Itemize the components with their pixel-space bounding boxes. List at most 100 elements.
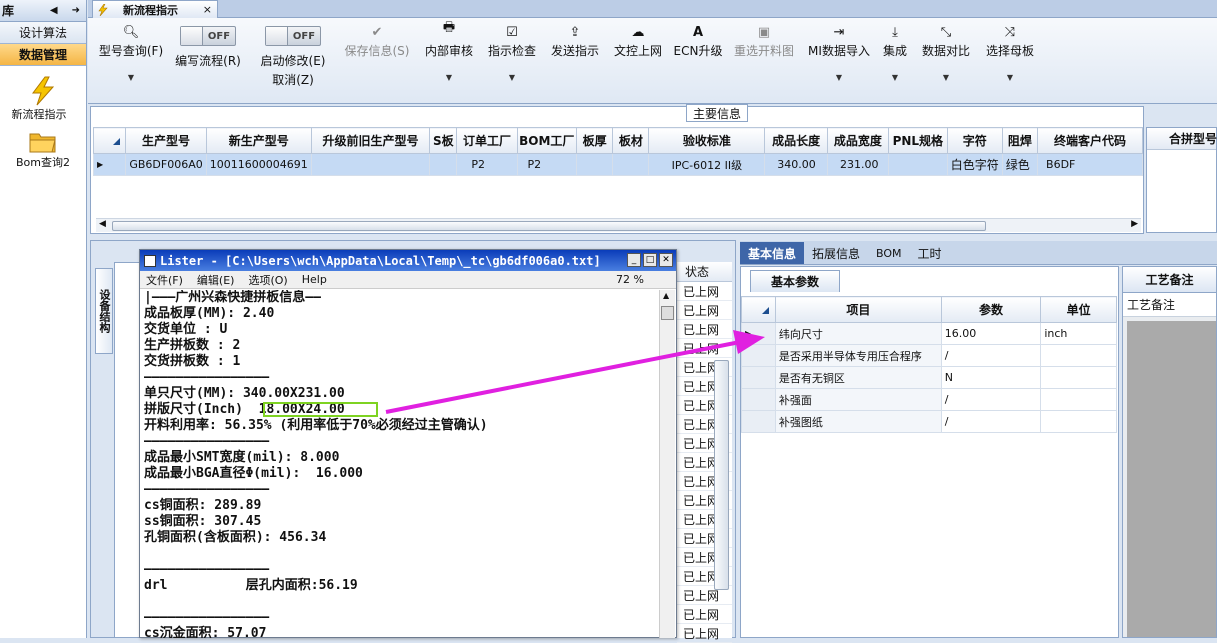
lister-text-content[interactable]: |———广州兴森快捷拼板信息—— 成品板厚(MM): 2.40 交货单位 : U 生产… <box>144 290 656 638</box>
col-header[interactable]: 成品长度 <box>764 127 828 154</box>
table-cell[interactable]: 是否有无铜区 <box>774 366 942 389</box>
nav-item-data-management[interactable]: 数据管理 <box>0 44 86 66</box>
merged-model-header[interactable]: 合拼型号 <box>1147 128 1217 150</box>
ecn-upgrade-button[interactable]: A ECN升级 <box>674 18 723 59</box>
table-row[interactable]: 补强面 / <box>741 388 1117 411</box>
table-cell[interactable]: 补强图纸 <box>774 410 942 433</box>
scroll-up-icon[interactable]: ▲ <box>663 291 669 300</box>
main-grid-hscrollbar[interactable]: ◀ ▶ <box>96 218 1141 232</box>
table-cell[interactable] <box>576 153 614 176</box>
tab-basic-params[interactable]: 基本参数 <box>750 270 840 292</box>
table-cell[interactable]: P2 <box>456 153 518 176</box>
col-header[interactable]: 订单工厂 <box>456 127 518 154</box>
internal-audit-button[interactable]: 🖶︎ 内部审核 ▼ <box>424 18 474 82</box>
table-cell[interactable]: P2 <box>516 153 578 176</box>
reselect-cutting-button[interactable]: ▣ 重选开料图 <box>732 18 796 59</box>
table-cell[interactable]: inch <box>1040 322 1117 345</box>
write-process-toggle[interactable]: OFF <box>180 26 236 46</box>
table-row[interactable]: 是否有无铜区 N <box>741 366 1117 389</box>
table-row[interactable]: 补强图纸 / <box>741 410 1117 433</box>
nav-forward-icon[interactable]: ➜ <box>72 5 80 16</box>
row-indicator-icon[interactable] <box>741 410 776 433</box>
row-selector-header[interactable] <box>741 296 776 323</box>
doc-control-online-button[interactable]: ☁ 文控上网 <box>612 18 664 59</box>
craft-notes-textarea[interactable] <box>1127 321 1216 637</box>
menu-file[interactable]: 文件(F) <box>146 272 183 288</box>
status-header[interactable]: 状态 <box>677 262 732 282</box>
table-cell[interactable]: / <box>940 344 1042 367</box>
mi-data-import-button[interactable]: ⇥ MI数据导入 ▼ <box>806 18 872 82</box>
nav-shortcut-new-process[interactable]: 新流程指示 <box>0 76 86 122</box>
lister-title-bar[interactable]: Lister - [C:\Users\wch\AppData\Local\Tem… <box>140 250 676 271</box>
col-header[interactable]: 板材 <box>612 127 650 154</box>
table-cell[interactable] <box>429 153 458 176</box>
table-cell[interactable] <box>310 153 431 176</box>
tab-craft-notes[interactable]: 工艺备注 <box>1123 267 1216 293</box>
table-cell[interactable]: 340.00 <box>764 153 828 176</box>
chevron-down-icon[interactable]: ▼ <box>943 73 949 82</box>
col-header[interactable]: S板 <box>429 127 458 154</box>
menu-options[interactable]: 选项(O) <box>248 272 287 288</box>
col-header[interactable]: 新生产型号 <box>205 127 312 154</box>
table-cell[interactable] <box>1040 366 1117 389</box>
menu-help[interactable]: Help <box>302 273 327 286</box>
table-row[interactable]: ▶ GB6DF006A0 10011600004691 P2 P2 IPC-60… <box>92 153 1143 176</box>
status-cell[interactable]: 已上网 <box>677 605 732 624</box>
send-instruction-button[interactable]: ⇪ 发送指示 <box>549 18 601 59</box>
table-cell[interactable]: B6DF <box>1037 153 1143 176</box>
col-header[interactable]: BOM工厂 <box>516 127 578 154</box>
chevron-down-icon[interactable]: ▼ <box>1007 73 1013 82</box>
close-icon[interactable]: ✕ <box>659 253 673 267</box>
row-indicator-icon[interactable] <box>741 366 776 389</box>
tab-bom[interactable]: BOM <box>868 242 910 264</box>
status-cell[interactable]: 已上网 <box>677 624 732 643</box>
table-cell[interactable]: IPC-6012 II级 <box>648 153 766 176</box>
table-cell[interactable] <box>887 153 948 176</box>
table-cell[interactable]: 231.00 <box>826 153 889 176</box>
table-cell[interactable]: / <box>940 388 1042 411</box>
tab-new-process[interactable]: 新流程指示 × <box>92 0 218 18</box>
table-cell[interactable] <box>612 153 650 176</box>
cancel-button[interactable]: 取消(Z) <box>272 71 314 88</box>
col-header[interactable]: 参数 <box>940 296 1042 323</box>
status-cell[interactable]: 已上网 <box>677 282 732 301</box>
col-header[interactable]: 板厚 <box>576 127 614 154</box>
scroll-left-icon[interactable]: ◀ <box>99 219 106 229</box>
status-cell[interactable]: 已上网 <box>677 339 732 358</box>
scroll-right-icon[interactable]: ▶ <box>1131 219 1138 229</box>
minimize-icon[interactable]: _ <box>627 253 641 267</box>
col-header[interactable]: 单位 <box>1040 296 1117 323</box>
table-cell[interactable]: / <box>940 410 1042 433</box>
instruction-check-button[interactable]: ☑ 指示检查 ▼ <box>486 18 538 82</box>
select-mother-board-button[interactable]: ⤨ 选择母板 ▼ <box>982 18 1038 82</box>
table-row[interactable]: 是否采用半导体专用压合程序 / <box>741 344 1117 367</box>
table-cell[interactable] <box>1040 344 1117 367</box>
nav-back-icon[interactable]: ◀ <box>50 5 58 16</box>
table-cell[interactable]: 16.00 <box>940 322 1042 345</box>
table-cell[interactable]: N <box>940 366 1042 389</box>
nav-item-design-algorithm[interactable]: 设计算法 <box>0 22 86 44</box>
save-info-button[interactable]: ✔ 保存信息(S) <box>341 18 413 59</box>
start-modify-toggle[interactable]: OFF <box>265 26 321 46</box>
col-header[interactable]: 生产型号 <box>125 127 207 154</box>
table-row[interactable]: ▶ 纬向尺寸 16.00 inch <box>741 322 1117 345</box>
table-cell[interactable] <box>1040 410 1117 433</box>
status-cell[interactable]: 已上网 <box>677 301 732 320</box>
model-query-button[interactable]: 🔍︎ 型号查询(F) ▼ <box>96 18 166 82</box>
tab-device-structure[interactable]: 设备结构 <box>95 268 113 354</box>
row-indicator-icon[interactable] <box>741 388 776 411</box>
col-header[interactable]: PNL规格 <box>887 127 948 154</box>
tab-basic-info[interactable]: 基本信息 <box>740 242 805 264</box>
col-header[interactable]: 成品宽度 <box>826 127 889 154</box>
row-selector-header[interactable] <box>92 127 127 154</box>
nav-shortcut-bom-query[interactable]: Bom查询2 <box>0 130 86 170</box>
col-header[interactable]: 验收标准 <box>648 127 766 154</box>
col-header[interactable]: 终端客户代码 <box>1037 127 1143 154</box>
row-indicator-icon[interactable]: ▶ <box>92 153 127 176</box>
tab-extended-info[interactable]: 拓展信息 <box>804 242 868 264</box>
scrollbar-thumb[interactable] <box>112 221 986 231</box>
table-cell[interactable]: GB6DF006A0 <box>125 153 207 176</box>
col-header[interactable]: 升级前旧生产型号 <box>310 127 431 154</box>
table-cell[interactable] <box>1040 388 1117 411</box>
col-header[interactable]: 字符 <box>946 127 1003 154</box>
